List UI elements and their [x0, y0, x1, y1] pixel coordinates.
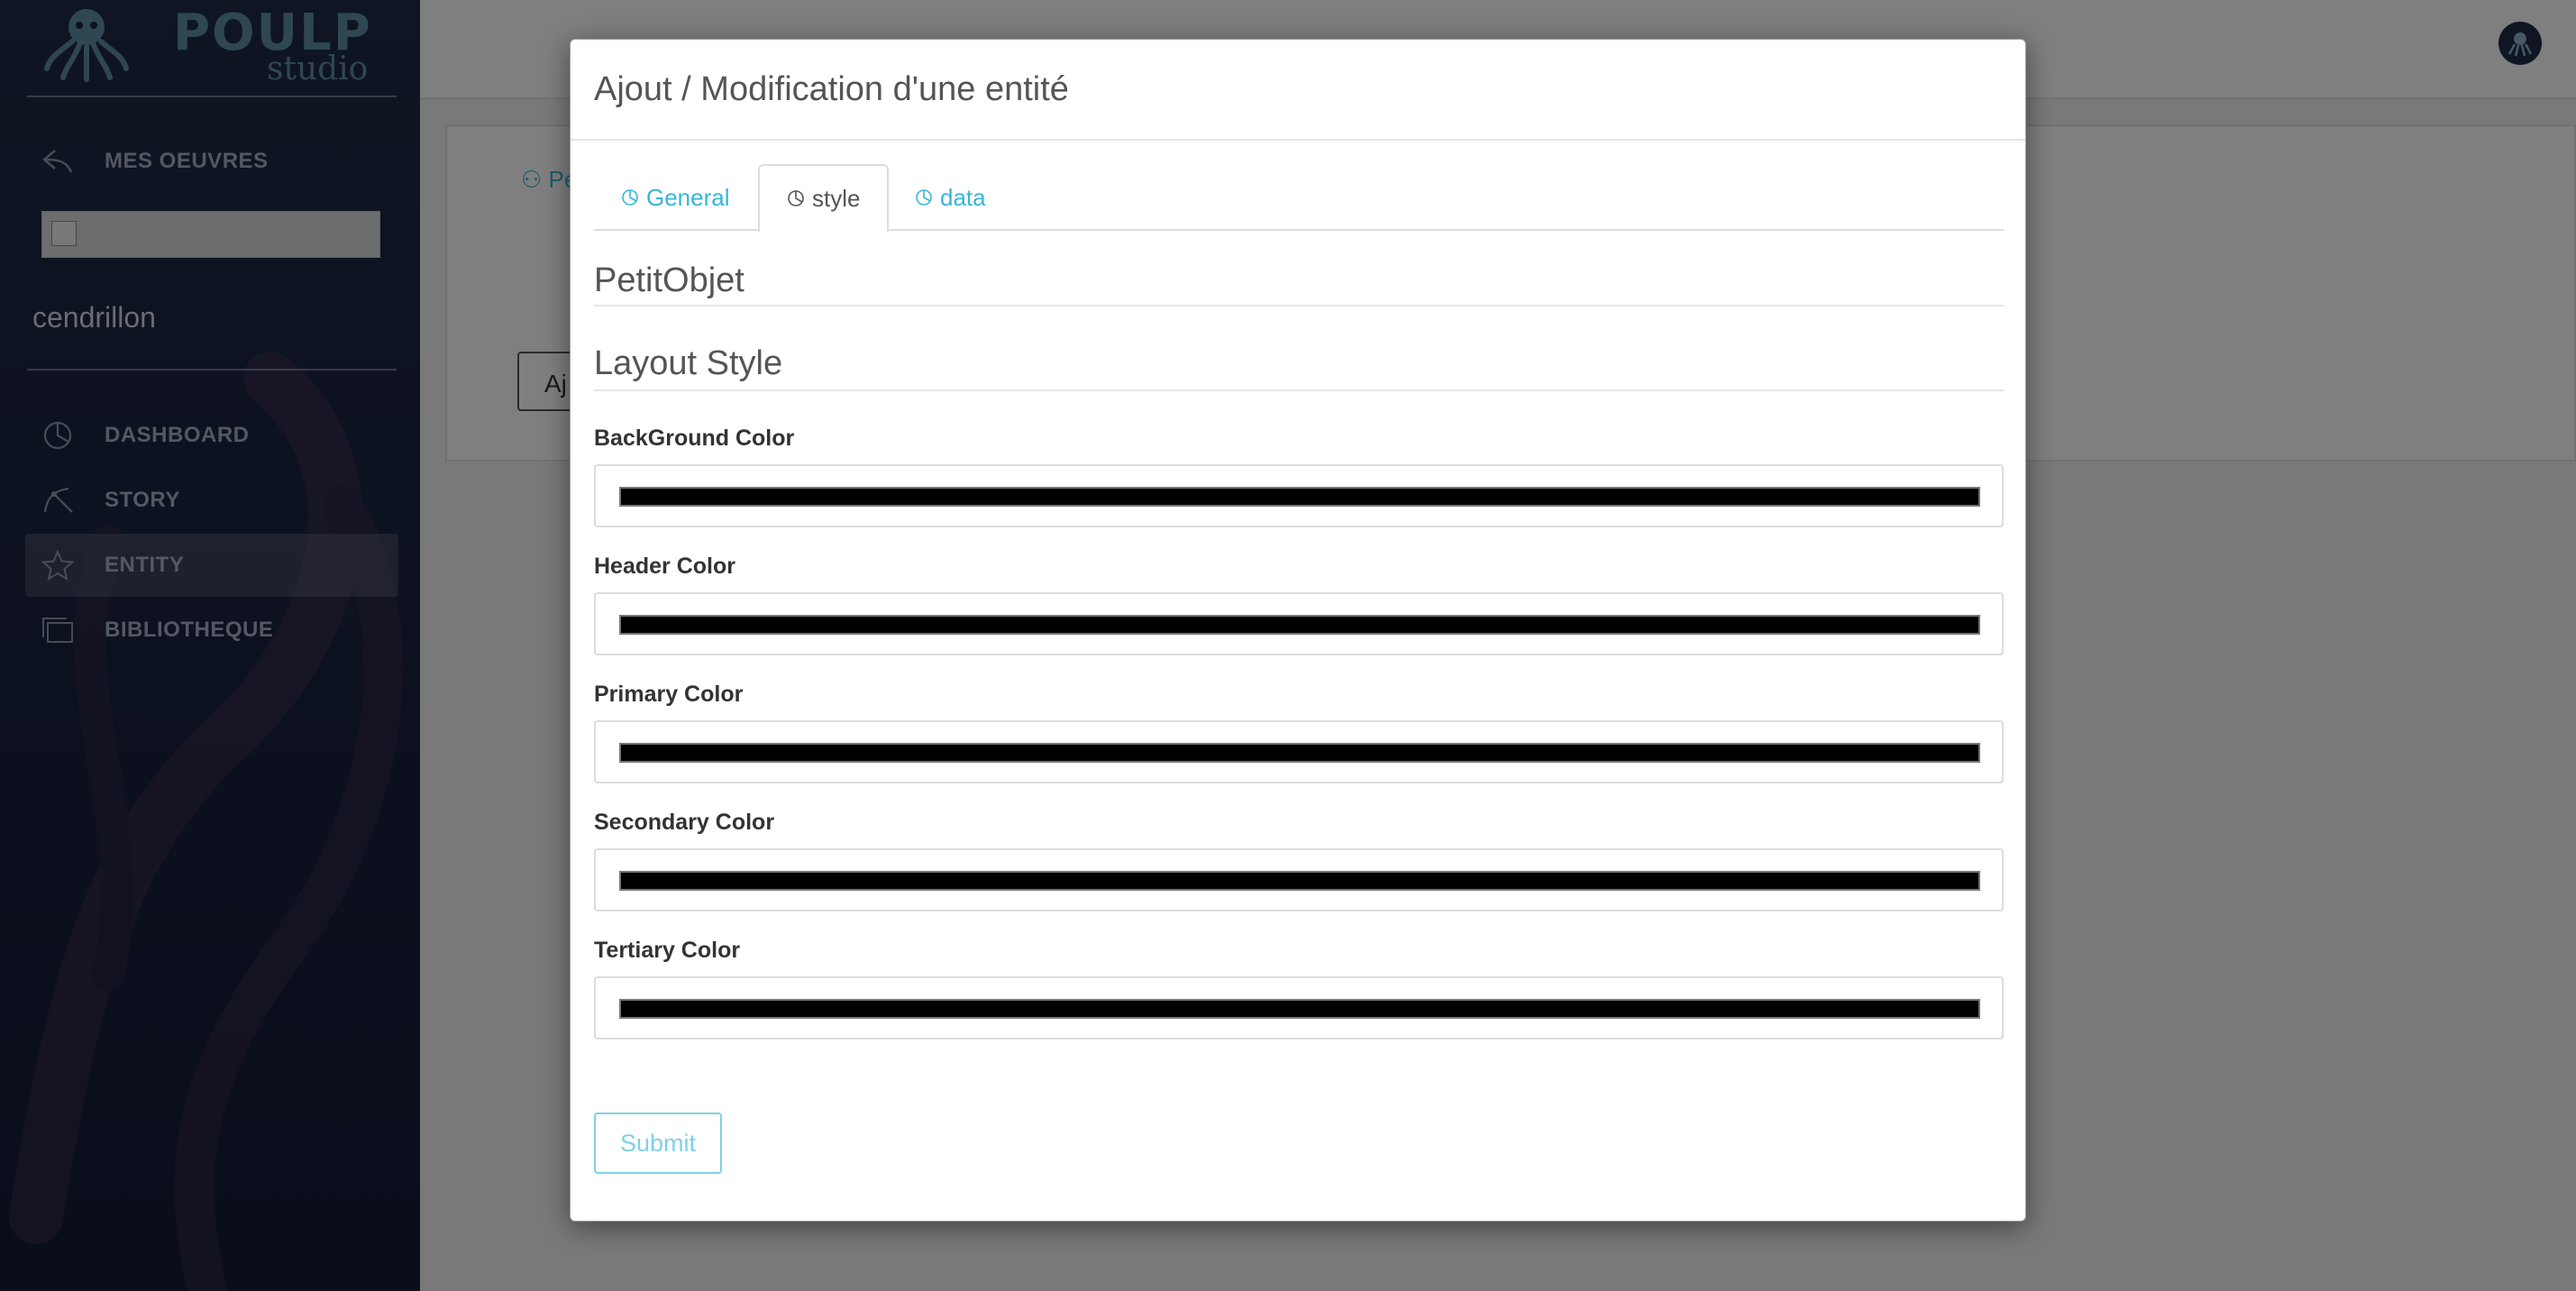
tab-data[interactable]: data: [888, 164, 1013, 231]
color-swatch: [619, 487, 1980, 507]
pie-icon: [915, 188, 933, 206]
header-color-label: Header Color: [594, 554, 735, 579]
tertiary-color-input[interactable]: [594, 976, 2004, 1039]
pie-icon: [621, 188, 639, 206]
tab-label: data: [940, 183, 986, 211]
color-swatch: [619, 871, 1980, 891]
secondary-color-label: Secondary Color: [594, 810, 775, 835]
tab-style[interactable]: style: [758, 164, 890, 233]
primary-color-label: Primary Color: [594, 682, 744, 707]
background-color-input[interactable]: [594, 464, 2004, 527]
color-swatch: [619, 743, 1980, 763]
color-swatch: [619, 999, 1980, 1019]
modal-header: Ajout / Modification d'une entité: [571, 40, 2025, 141]
pie-icon: [787, 189, 805, 207]
heading-divider: [594, 389, 2004, 391]
modal-tabs: General style data: [594, 164, 2004, 233]
tab-general[interactable]: General: [594, 164, 757, 231]
tab-label: style: [812, 184, 861, 212]
color-swatch: [619, 615, 1980, 635]
background-color-label: BackGround Color: [594, 426, 795, 451]
layout-style-heading: Layout Style: [594, 344, 783, 382]
primary-color-input[interactable]: [594, 720, 2004, 783]
submit-button[interactable]: Submit: [594, 1112, 722, 1174]
entity-name-heading: PetitObjet: [594, 261, 744, 299]
modal-title: Ajout / Modification d'une entité: [594, 70, 1069, 108]
entity-modal: Ajout / Modification d'une entité Genera…: [570, 39, 2026, 1222]
secondary-color-input[interactable]: [594, 848, 2004, 911]
heading-divider: [594, 305, 2004, 307]
header-color-input[interactable]: [594, 592, 2004, 655]
tertiary-color-label: Tertiary Color: [594, 938, 741, 963]
tab-label: General: [646, 183, 730, 211]
